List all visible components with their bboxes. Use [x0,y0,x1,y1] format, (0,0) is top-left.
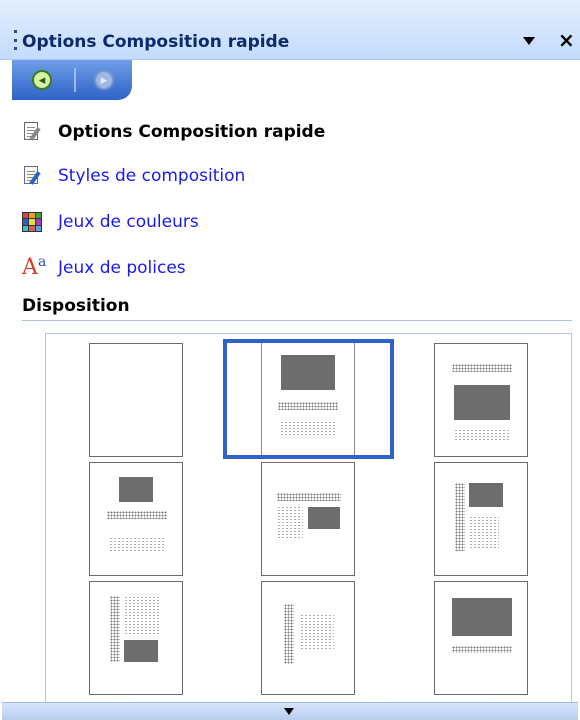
layout-thumbnail-sidebar-text-picture-bottom[interactable] [89,581,183,695]
layout-thumbnail-sidebar-text[interactable] [261,581,355,695]
dropdown-arrow-icon[interactable] [523,37,535,45]
font-schemes-icon: Aa [22,254,47,280]
layout-gallery [45,333,572,703]
layout-thumbnail-title-text-picture-right[interactable] [261,462,355,576]
task-label: Jeux de polices [58,258,186,278]
task-quick-publication-options[interactable]: Options Composition rapide [22,118,325,146]
layout-thumbnail-large-picture-title[interactable] [434,581,528,695]
forward-arrow-icon[interactable]: ▸ [94,70,114,90]
publication-designs-icon [22,165,42,187]
layout-thumbnail-title-picture-text[interactable] [434,343,528,457]
grip-handle[interactable] [14,30,17,50]
back-arrow-icon[interactable]: ◂ [32,70,52,90]
close-icon[interactable]: × [558,30,575,50]
gallery-scroll-down-bar[interactable] [2,702,578,720]
quick-publication-icon [22,121,42,143]
layout-thumbnail-picture-title-text[interactable] [261,343,355,455]
task-font-schemes[interactable]: Aa Jeux de polices [22,254,186,282]
title-block [278,402,338,410]
section-title-layout: Disposition [22,296,130,316]
layout-thumbnail-small-picture-title-text[interactable] [89,462,183,576]
text-block [280,421,336,435]
task-publication-designs[interactable]: Styles de composition [22,162,245,190]
section-divider [22,320,572,321]
layout-thumbnail-blank[interactable] [89,343,183,457]
pane-title: Options Composition rapide [22,32,290,52]
task-color-schemes[interactable]: Jeux de couleurs [22,208,199,236]
navigation-bar: ◂ ▸ [12,60,132,100]
picture-block [281,355,335,390]
task-label: Options Composition rapide [58,122,326,142]
scroll-down-arrow-icon[interactable] [284,708,294,715]
task-label: Styles de composition [58,166,246,186]
color-schemes-icon [22,212,42,232]
task-pane-title-bar: Options Composition rapide × [0,0,580,60]
layout-thumbnail-sidebar-picture-text[interactable] [434,462,528,576]
nav-separator [74,68,76,92]
task-label: Jeux de couleurs [58,212,199,232]
